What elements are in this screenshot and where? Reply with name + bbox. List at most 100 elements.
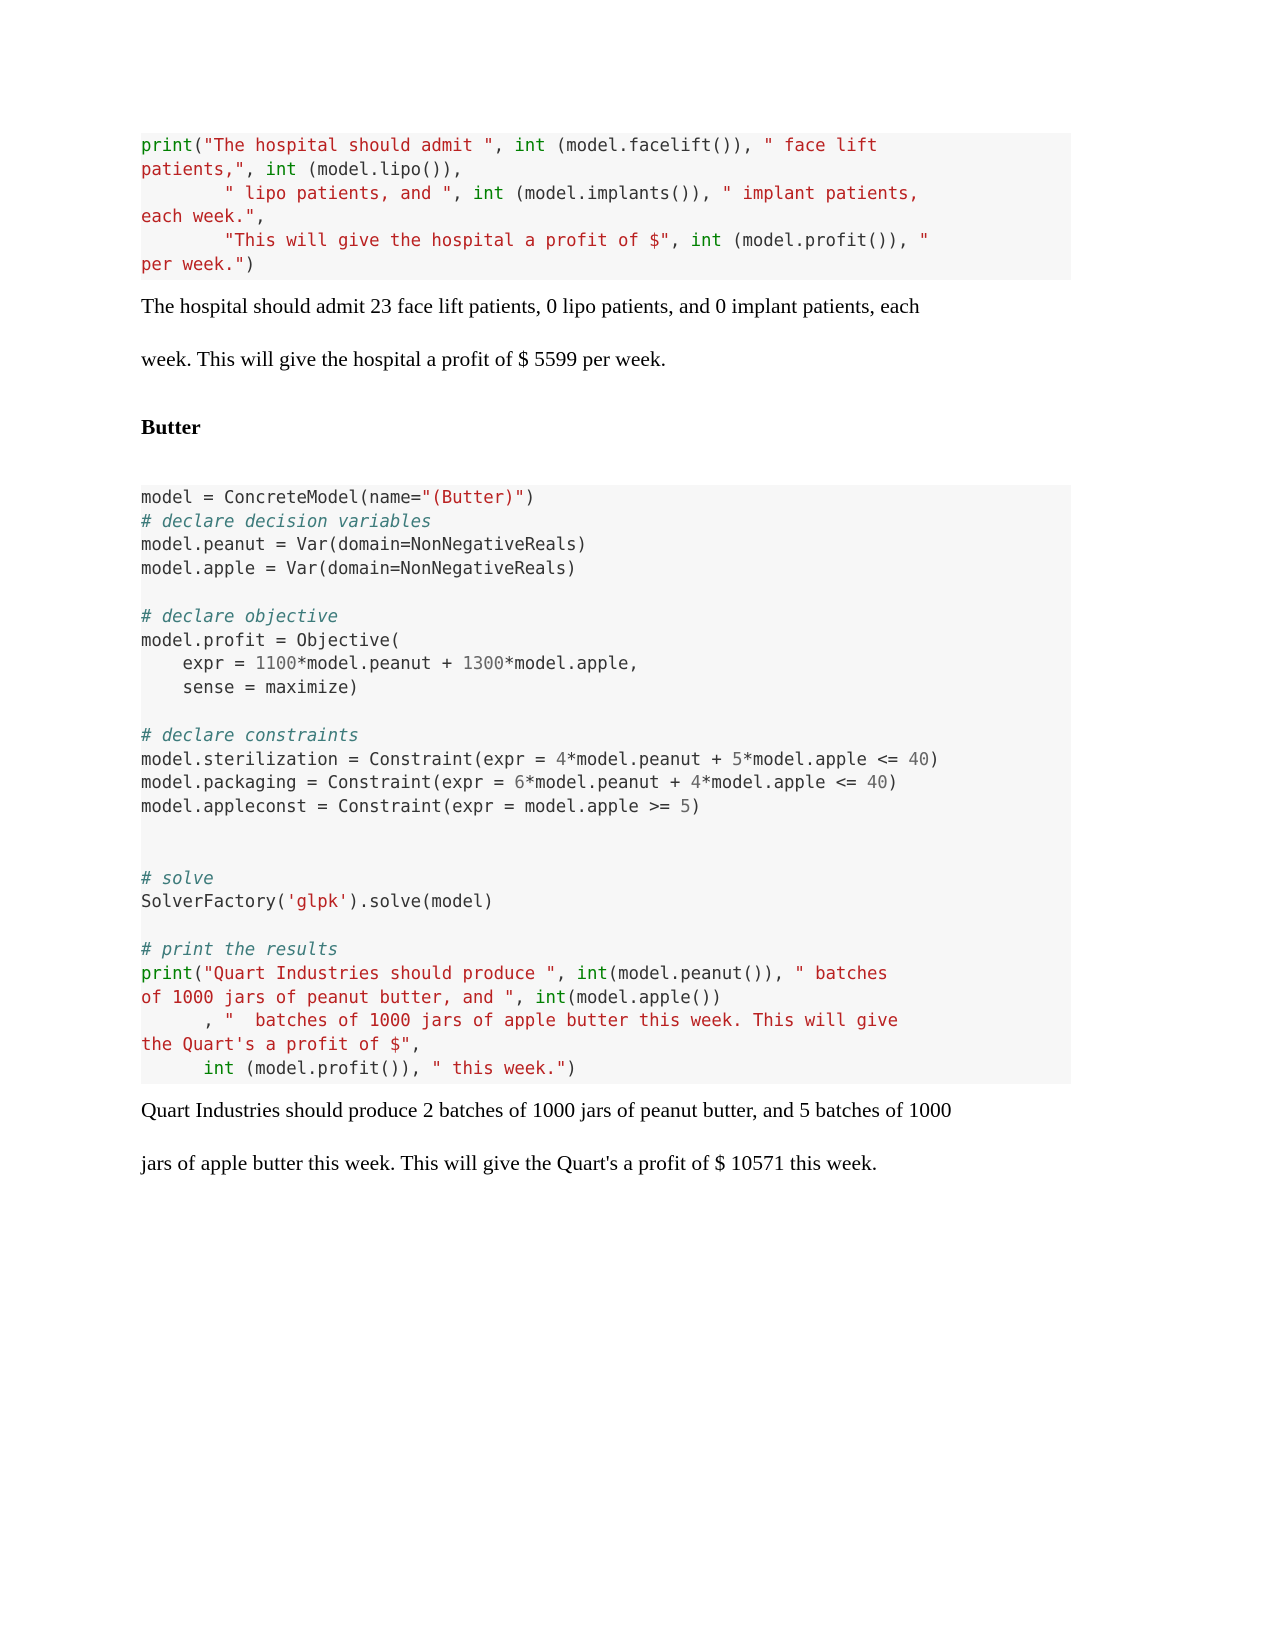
code-token: model.peanut = Var(domain=NonNegativeRea… <box>141 535 587 556</box>
code-block-butter-model[interactable]: model = ConcreteModel(name="(Butter)") # … <box>141 484 1071 1084</box>
code-token: "This will give the hospital a profit of… <box>223 231 670 252</box>
code-line: the Quart's a profit of $", <box>141 1034 1071 1058</box>
hospital-output-line-2: week. This will give the hospital a prof… <box>141 346 667 371</box>
code-line: print("The hospital should admit ", int … <box>141 135 1071 159</box>
butter-output-line-1: Quart Industries should produce 2 batche… <box>141 1097 952 1122</box>
code-token: (model.facelift()), <box>545 136 764 156</box>
code-token: int <box>514 136 546 156</box>
code-token: the Quart's a profit of $" <box>141 1035 411 1056</box>
code-token: 5 <box>680 797 691 818</box>
code-token: model.sterilization = Constraint(expr = <box>141 749 556 770</box>
code-token: (model.profit()), <box>721 231 919 252</box>
code-token: # declare constraints <box>141 725 359 746</box>
code-token: ) <box>887 773 899 794</box>
code-token: model.packaging = Constraint(expr = <box>141 773 515 794</box>
code-token: (model.peanut()), <box>607 963 795 984</box>
code-token: , <box>244 159 266 180</box>
code-token: , <box>493 136 515 156</box>
code-token: 40 <box>866 773 888 794</box>
code-token: 40 <box>908 749 930 770</box>
code-token: 4 <box>690 773 701 794</box>
code-token: expr = <box>141 654 256 675</box>
code-block-hospital-print[interactable]: print("The hospital should admit ", int … <box>141 133 1071 280</box>
code-token: 6 <box>514 773 525 794</box>
code-token: " face lift <box>763 136 888 156</box>
code-line: " lipo patients, and ", int (model.impla… <box>141 183 1071 207</box>
hospital-output-line-1: The hospital should admit 23 face lift p… <box>141 293 920 318</box>
code-token: ) <box>929 749 940 770</box>
code-token: ).solve(model) <box>348 892 494 913</box>
code-line: patients,", int (model.lipo()), <box>141 159 1071 183</box>
code-token: " implant patients, <box>721 183 930 204</box>
code-token: per week." <box>141 254 245 275</box>
code-line: # print the results <box>141 939 1071 963</box>
code-line: , " batches of 1000 jars of apple butter… <box>141 1010 1071 1034</box>
code-token: each week." <box>141 207 256 228</box>
code-token: ) <box>690 797 701 818</box>
code-token: ) <box>244 254 256 275</box>
code-line: SolverFactory('glpk').solve(model) <box>141 891 1071 915</box>
code-line: # solve <box>141 868 1071 892</box>
code-token: *model.peanut + <box>296 654 463 675</box>
code-token: # print the results <box>141 939 339 960</box>
code-token: int <box>535 987 567 1008</box>
code-token: ) <box>524 487 536 508</box>
code-token: (model.profit()), <box>234 1058 432 1079</box>
code-token: print <box>141 136 193 156</box>
code-token: , <box>141 1011 224 1032</box>
code-token: SolverFactory( <box>141 892 287 913</box>
code-token: *model.peanut + <box>524 773 691 794</box>
code-token: *model.apple, <box>503 654 639 675</box>
code-line: int (model.profit()), " this week.") <box>141 1058 1071 1082</box>
code-line: # declare objective <box>141 606 1071 630</box>
code-token: of 1000 jars of peanut butter, and " <box>141 987 515 1008</box>
code-token: (model.apple()) <box>566 987 722 1008</box>
code-token: "Quart Industries should produce " <box>203 963 556 984</box>
code-token: , <box>555 963 577 984</box>
code-line: of 1000 jars of peanut butter, and ", in… <box>141 987 1071 1011</box>
code-token: 4 <box>555 749 567 770</box>
code-token: , <box>669 231 691 252</box>
code-line: model.profit = Objective( <box>141 630 1071 654</box>
code-token: , <box>410 1035 421 1056</box>
code-line: # declare decision variables <box>141 511 1071 535</box>
code-line: "This will give the hospital a profit of… <box>141 230 1071 254</box>
code-line: expr = 1100*model.peanut + 1300*model.ap… <box>141 653 1071 677</box>
section-heading-butter: Butter <box>141 414 201 439</box>
code-line: print("Quart Industries should produce "… <box>141 963 1071 987</box>
code-line: model.peanut = Var(domain=NonNegativeRea… <box>141 534 1071 558</box>
code-token: , <box>255 207 266 228</box>
code-token: sense = maximize) <box>141 678 359 699</box>
code-token: " <box>918 231 940 252</box>
code-token: *model.apple <= <box>701 773 867 794</box>
document-page: print ( "The hospital should admit ", int … <box>0 0 1275 1650</box>
code-token: " batches <box>794 963 899 984</box>
code-token: int <box>576 963 608 984</box>
code-token: ( <box>192 963 204 984</box>
code-token: model.appleconst = Constraint(expr = mod… <box>141 797 681 818</box>
butter-output-line-2: jars of apple butter this week. This wil… <box>141 1150 878 1175</box>
code-line: # declare constraints <box>141 725 1071 749</box>
code-line: model.packaging = Constraint(expr = 6*mo… <box>141 772 1071 796</box>
code-token: int <box>203 1058 235 1079</box>
code-token: int <box>690 231 722 252</box>
code-token: *model.apple <= <box>742 749 909 770</box>
code-token: int <box>472 183 504 204</box>
code-token: model.apple = Var(domain=NonNegativeReal… <box>141 559 577 580</box>
code-line: per week.") <box>141 254 1071 278</box>
code-line: model.sterilization = Constraint(expr = … <box>141 749 1071 773</box>
code-token: model = ConcreteModel(name= <box>141 487 421 508</box>
code-token: "The hospital should admit " <box>203 136 494 156</box>
code-token: , <box>514 987 536 1008</box>
code-token: ) <box>566 1058 577 1079</box>
